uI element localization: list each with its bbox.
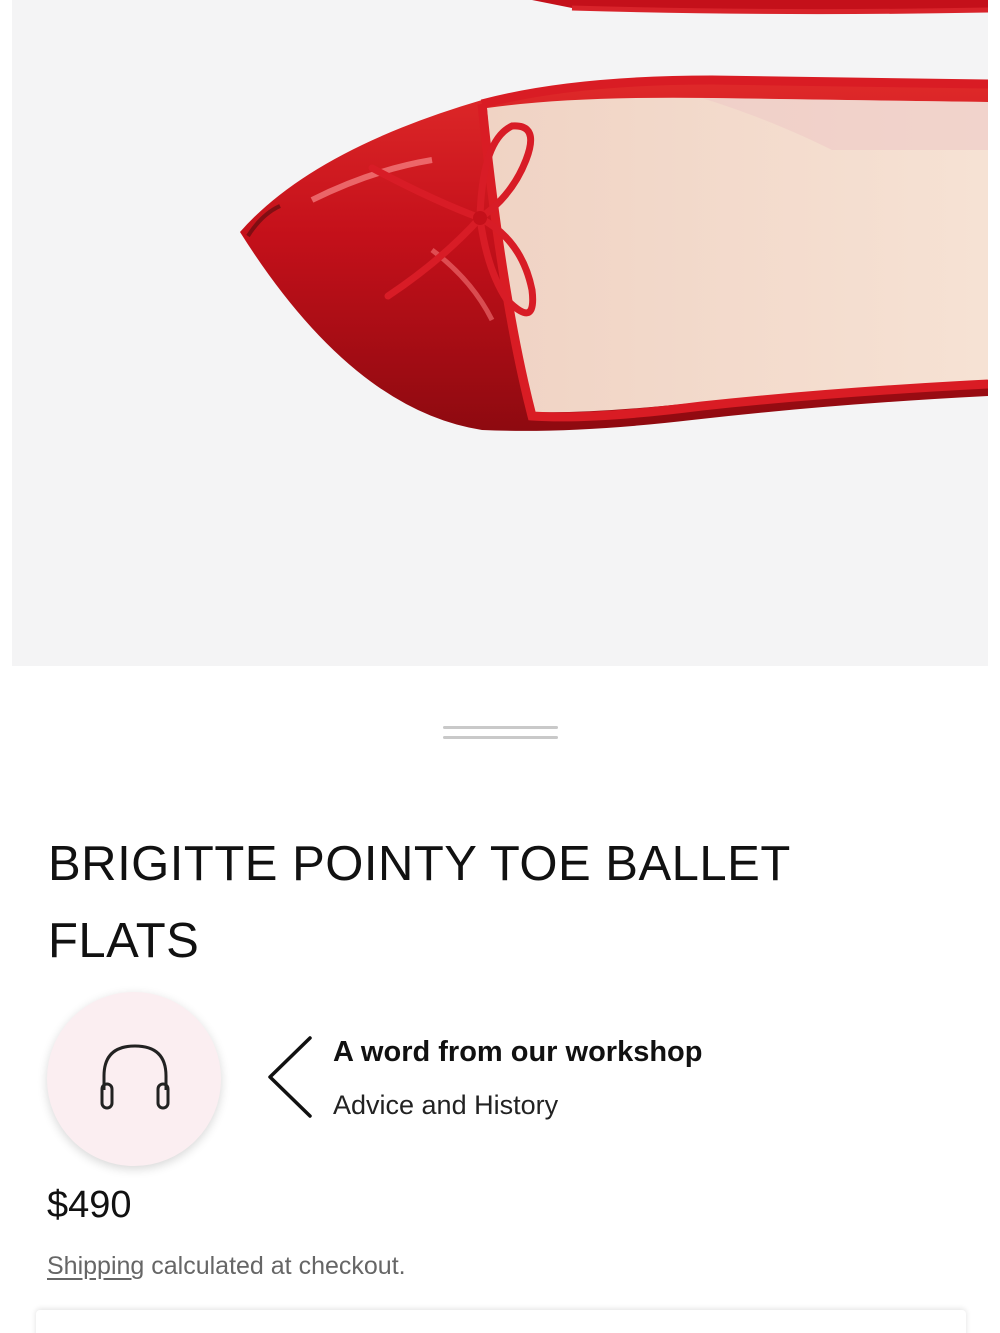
product-title: BRIGITTE POINTY TOE BALLET FLATS — [48, 826, 948, 980]
shipping-note: Shipping calculated at checkout. — [47, 1252, 406, 1281]
drag-handle-bar — [443, 736, 558, 739]
red-ballet-flat-image — [240, 0, 988, 431]
product-image[interactable] — [12, 0, 988, 666]
audio-guide-title: A word from our workshop — [333, 1036, 703, 1068]
next-section-card — [36, 1310, 966, 1333]
shipping-link[interactable]: Shipping — [47, 1252, 144, 1280]
drag-handle[interactable] — [443, 726, 558, 742]
drag-handle-bar — [443, 726, 558, 729]
audio-guide-subtitle: Advice and History — [333, 1090, 559, 1120]
shipping-text: calculated at checkout. — [144, 1252, 406, 1280]
product-title-line: FLATS — [48, 914, 200, 968]
headphones-icon — [100, 1044, 170, 1110]
product-title-line: BRIGITTE POINTY TOE BALLET — [48, 837, 791, 891]
product-price: $490 — [47, 1184, 132, 1226]
chevron-left-icon[interactable] — [262, 1034, 322, 1120]
audio-guide-button[interactable] — [47, 992, 221, 1166]
